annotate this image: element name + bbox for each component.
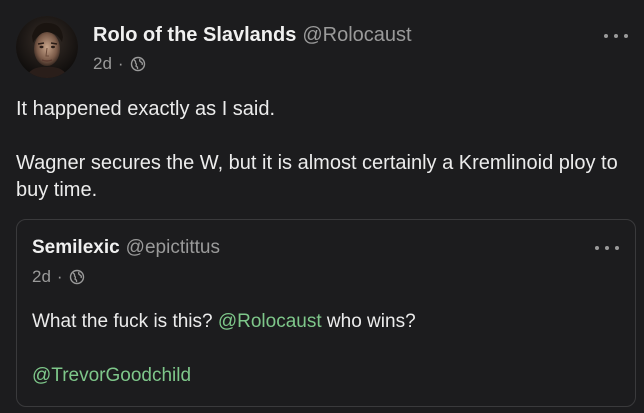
quote-author-handle[interactable]: @epictittus (126, 237, 220, 258)
post-time[interactable]: 2d (93, 54, 112, 74)
post-header: Rolo of the Slavlands @Rolocaust (93, 24, 412, 47)
post-text-line: Wagner secures the W, but it is almost c… (16, 152, 618, 201)
more-dot (615, 246, 619, 250)
post: Rolo of the Slavlands @Rolocaust 2d · It … (0, 0, 644, 413)
globe-icon (69, 269, 85, 285)
author-handle[interactable]: @Rolocaust (302, 24, 411, 46)
more-dot (614, 34, 618, 38)
avatar[interactable] (16, 16, 78, 78)
quote-text: What the fuck is this? (32, 311, 218, 332)
quote-time[interactable]: 2d (32, 267, 51, 287)
quote-text-line: What the fuck is this? @Rolocaust who wi… (32, 308, 622, 335)
quote-header: Semilexic @epictittus (32, 237, 220, 259)
globe-icon (130, 56, 146, 72)
more-dot (624, 34, 628, 38)
meta-separator: · (117, 54, 124, 73)
more-dot (604, 34, 608, 38)
post-text-line: It happened exactly as I said. (16, 98, 276, 120)
meta-separator: · (56, 267, 63, 286)
mention-link[interactable]: @Rolocaust (218, 311, 322, 332)
post-meta: 2d · (93, 54, 146, 74)
quoted-post[interactable]: Semilexic @epictittus 2d · What the fuck … (16, 219, 636, 407)
more-dot (605, 246, 609, 250)
quote-text-line: @TrevorGoodchild (32, 362, 622, 389)
quote-body: What the fuck is this? @Rolocaust who wi… (32, 308, 622, 389)
author-name[interactable]: Rolo of the Slavlands (93, 24, 296, 46)
quote-text: who wins? (321, 311, 416, 332)
post-body: It happened exactly as I said. Wagner se… (16, 96, 626, 204)
quote-author-name[interactable]: Semilexic (32, 237, 120, 258)
quote-more-options-button[interactable] (595, 240, 619, 256)
more-dot (595, 246, 599, 250)
mention-link[interactable]: @TrevorGoodchild (32, 365, 191, 386)
more-options-button[interactable] (604, 26, 628, 46)
quote-meta: 2d · (32, 267, 85, 287)
